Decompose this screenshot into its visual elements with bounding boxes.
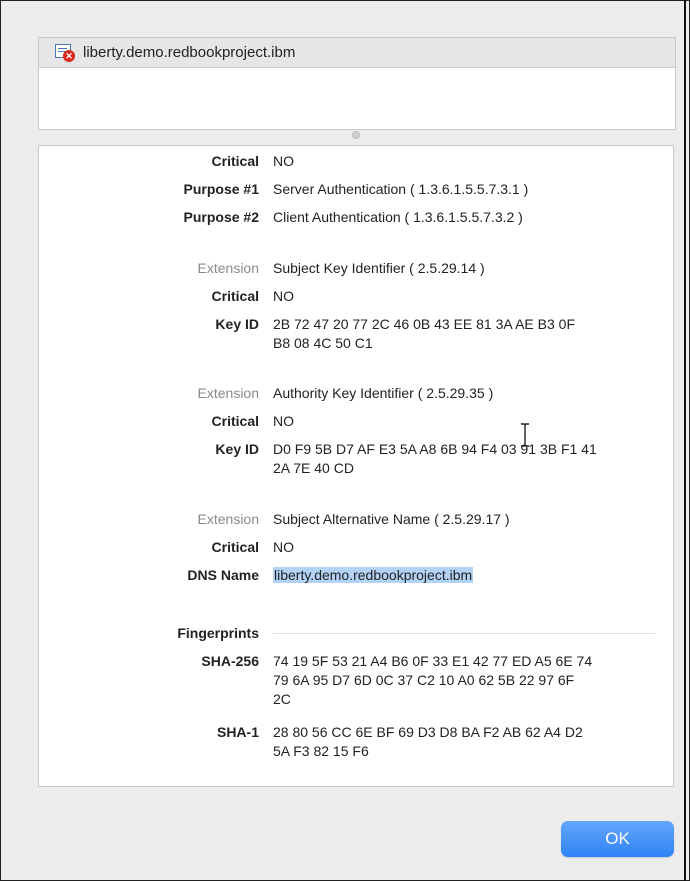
dns-name-value-container[interactable]: liberty.demo.redbookproject.ibm [273,566,663,585]
critical-label: Critical [211,413,259,429]
purpose-2-label: Purpose #2 [183,209,259,225]
critical-label: Critical [211,153,259,169]
key-id-label: Key ID [215,316,259,332]
ok-button[interactable]: OK [561,821,674,857]
certificate-details-pane[interactable]: Critical NO Purpose #1 Server Authentica… [38,145,674,787]
sha1-label: SHA-1 [216,724,259,740]
certificate-title: liberty.demo.redbookproject.ibm [83,44,296,61]
key-id-value: 2B 72 47 20 77 2C 46 0B 43 EE 81 3A AE B… [273,316,575,351]
extension-label: Extension [197,260,259,276]
key-id-value: D0 F9 5B D7 AF E3 5A A8 6B 94 F4 03 91 3… [273,441,597,476]
extension-value: Subject Key Identifier ( 2.5.29.14 ) [273,260,485,276]
critical-value: NO [273,539,294,555]
certificate-error-icon: ✕ [55,43,75,62]
sha1-value: 28 80 56 CC 6E BF 69 D3 D8 BA F2 AB 62 A… [273,724,583,759]
sha256-value: 74 19 5F 53 21 A4 B6 0F 33 E1 42 77 ED A… [273,653,593,707]
window-border [684,0,686,881]
dns-name-label: DNS Name [187,567,259,583]
purpose-1-label: Purpose #1 [183,181,259,197]
critical-label: Critical [211,539,259,555]
extension-label: Extension [197,511,259,527]
extension-label: Extension [197,385,259,401]
purpose-1-value: Server Authentication ( 1.3.6.1.5.5.7.3.… [273,181,529,197]
certificate-header-pane: ✕ liberty.demo.redbookproject.ibm [38,37,676,130]
purpose-2-value: Client Authentication ( 1.3.6.1.5.5.7.3.… [273,209,523,225]
key-id-label: Key ID [215,441,259,457]
sha256-label: SHA-256 [201,653,259,669]
critical-label: Critical [211,288,259,304]
extension-value: Authority Key Identifier ( 2.5.29.35 ) [273,385,494,401]
fingerprints-divider [273,633,655,634]
pane-splitter-handle[interactable] [352,131,360,139]
critical-value: NO [273,153,294,169]
text-cursor-icon [521,423,529,447]
certificate-header-bar[interactable]: ✕ liberty.demo.redbookproject.ibm [39,38,675,68]
critical-value: NO [273,288,294,304]
fingerprints-heading: Fingerprints [177,625,259,641]
extension-value: Subject Alternative Name ( 2.5.29.17 ) [273,511,510,527]
critical-value: NO [273,413,294,429]
dns-name-value[interactable]: liberty.demo.redbookproject.ibm [273,567,474,583]
